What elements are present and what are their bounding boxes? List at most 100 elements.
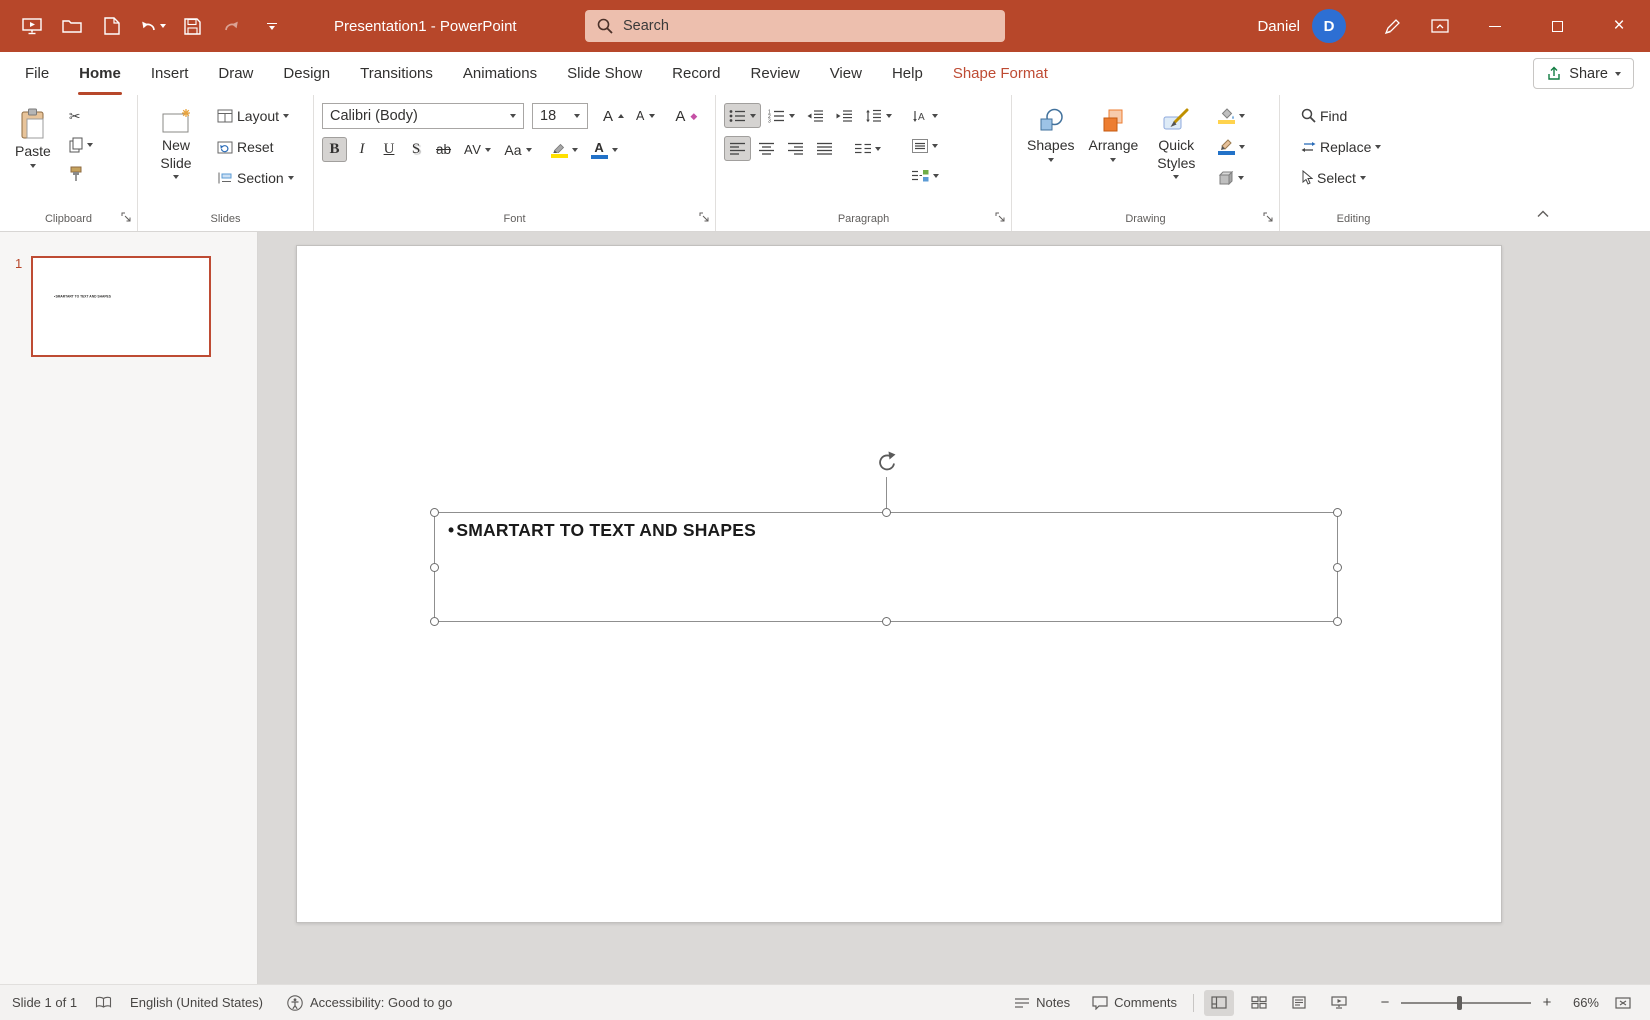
maximize-button[interactable] bbox=[1526, 0, 1588, 52]
align-center-button[interactable] bbox=[753, 136, 780, 161]
align-left-button[interactable] bbox=[724, 136, 751, 161]
format-painter-button[interactable] bbox=[64, 161, 98, 186]
align-text-button[interactable] bbox=[907, 133, 944, 158]
search-box[interactable] bbox=[585, 10, 1005, 42]
text-box-content[interactable]: • SMARTART TO TEXT AND SHAPES bbox=[448, 520, 1337, 541]
decrease-font-size-button[interactable]: A bbox=[631, 104, 660, 129]
line-spacing-button[interactable] bbox=[860, 103, 897, 128]
fit-slide-button[interactable] bbox=[1608, 990, 1638, 1016]
resize-handle-e[interactable] bbox=[1333, 563, 1342, 572]
share-button[interactable]: Share bbox=[1533, 58, 1634, 89]
resize-handle-w[interactable] bbox=[430, 563, 439, 572]
paste-button[interactable]: Paste bbox=[8, 103, 58, 170]
accessibility-checker[interactable]: Accessibility: Good to go bbox=[281, 991, 458, 1015]
resize-handle-nw[interactable] bbox=[430, 508, 439, 517]
quick-styles-button[interactable]: Quick Styles bbox=[1145, 103, 1207, 181]
collapse-ribbon-button[interactable] bbox=[1532, 205, 1554, 223]
tab-file[interactable]: File bbox=[10, 52, 64, 95]
selected-text-box[interactable]: • SMARTART TO TEXT AND SHAPES bbox=[434, 512, 1338, 622]
search-input[interactable] bbox=[623, 18, 993, 34]
start-slideshow-button[interactable] bbox=[12, 8, 52, 44]
zoom-slider[interactable] bbox=[1401, 1002, 1531, 1004]
save-button[interactable] bbox=[172, 8, 212, 44]
tab-record[interactable]: Record bbox=[657, 52, 735, 95]
bullets-button[interactable] bbox=[724, 103, 761, 128]
tab-home[interactable]: Home bbox=[64, 52, 136, 95]
resize-handle-n[interactable] bbox=[882, 508, 891, 517]
increase-font-size-button[interactable]: A bbox=[598, 104, 629, 129]
slide[interactable]: • SMARTART TO TEXT AND SHAPES bbox=[296, 245, 1502, 923]
redo-button[interactable] bbox=[212, 8, 252, 44]
justify-button[interactable] bbox=[811, 136, 838, 161]
avatar[interactable]: D bbox=[1312, 9, 1346, 43]
slide-editing-area[interactable]: • SMARTART TO TEXT AND SHAPES bbox=[258, 232, 1650, 984]
close-button[interactable]: × bbox=[1588, 0, 1650, 52]
tab-shape-format[interactable]: Shape Format bbox=[938, 52, 1063, 95]
slide-thumbnail[interactable]: •SMARTART TO TEXT AND SHAPES bbox=[31, 256, 211, 357]
select-button[interactable]: Select bbox=[1296, 165, 1386, 190]
decrease-indent-button[interactable] bbox=[802, 103, 829, 128]
comments-button[interactable]: Comments bbox=[1086, 991, 1183, 1014]
columns-button[interactable] bbox=[850, 136, 886, 161]
slide-thumbnail-panel[interactable]: 1 •SMARTART TO TEXT AND SHAPES bbox=[0, 232, 258, 984]
resize-handle-ne[interactable] bbox=[1333, 508, 1342, 517]
notes-button[interactable]: Notes bbox=[1008, 991, 1076, 1014]
shape-outline-button[interactable] bbox=[1213, 134, 1250, 159]
normal-view-button[interactable] bbox=[1204, 990, 1234, 1016]
numbering-button[interactable]: 123 bbox=[763, 103, 800, 128]
tab-transitions[interactable]: Transitions bbox=[345, 52, 448, 95]
change-case-button[interactable]: Aa bbox=[499, 137, 536, 162]
replace-button[interactable]: Replace bbox=[1296, 134, 1386, 159]
italic-button[interactable]: I bbox=[350, 137, 374, 162]
minimize-button[interactable] bbox=[1464, 0, 1526, 52]
shapes-button[interactable]: Shapes bbox=[1020, 103, 1081, 164]
reset-button[interactable]: Reset bbox=[212, 134, 299, 159]
font-color-button[interactable]: A bbox=[586, 137, 623, 162]
align-right-button[interactable] bbox=[782, 136, 809, 161]
strikethrough-button[interactable]: ab bbox=[431, 137, 456, 162]
tab-slide-show[interactable]: Slide Show bbox=[552, 52, 657, 95]
font-size-combo[interactable]: 18 bbox=[532, 103, 588, 129]
bold-button[interactable]: B bbox=[322, 137, 347, 162]
convert-to-smartart-button[interactable] bbox=[907, 163, 944, 188]
font-name-combo[interactable]: Calibri (Body) bbox=[322, 103, 524, 129]
arrange-button[interactable]: Arrange bbox=[1081, 103, 1145, 164]
user-name[interactable]: Daniel bbox=[1257, 18, 1300, 35]
slide-indicator[interactable]: Slide 1 of 1 bbox=[12, 995, 77, 1010]
customize-qat-button[interactable] bbox=[252, 8, 292, 44]
drawing-dialog-launcher[interactable] bbox=[1261, 210, 1275, 224]
tab-view[interactable]: View bbox=[815, 52, 877, 95]
resize-handle-sw[interactable] bbox=[430, 617, 439, 626]
section-button[interactable]: Section bbox=[212, 165, 299, 190]
new-slide-button[interactable]: New Slide bbox=[146, 103, 206, 181]
copy-button[interactable] bbox=[64, 132, 98, 157]
text-highlight-button[interactable] bbox=[546, 137, 583, 162]
tab-design[interactable]: Design bbox=[268, 52, 345, 95]
rotation-handle[interactable] bbox=[874, 451, 898, 475]
tab-help[interactable]: Help bbox=[877, 52, 938, 95]
resize-handle-se[interactable] bbox=[1333, 617, 1342, 626]
text-shadow-button[interactable]: S bbox=[404, 137, 428, 162]
sh effects-button[interactable] bbox=[1213, 165, 1250, 190]
clipboard-dialog-launcher[interactable] bbox=[119, 210, 133, 224]
open-button[interactable] bbox=[52, 8, 92, 44]
slide-show-button[interactable] bbox=[1324, 990, 1354, 1016]
slide-text[interactable]: SMARTART TO TEXT AND SHAPES bbox=[456, 520, 756, 541]
new-file-button[interactable] bbox=[92, 8, 132, 44]
resize-handle-s[interactable] bbox=[882, 617, 891, 626]
cut-button[interactable]: ✂ bbox=[64, 103, 98, 128]
language-indicator[interactable]: English (United States) bbox=[130, 995, 263, 1010]
character-spacing-button[interactable]: AV bbox=[459, 137, 496, 162]
ribbon-display-options-button[interactable] bbox=[1416, 0, 1464, 52]
zoom-out-button[interactable]: − bbox=[1378, 994, 1392, 1011]
zoom-level[interactable]: 66% bbox=[1563, 995, 1599, 1010]
tab-review[interactable]: Review bbox=[736, 52, 815, 95]
zoom-slider-thumb[interactable] bbox=[1457, 996, 1462, 1010]
paragraph-dialog-launcher[interactable] bbox=[993, 210, 1007, 224]
find-button[interactable]: Find bbox=[1296, 103, 1386, 128]
font-dialog-launcher[interactable] bbox=[697, 210, 711, 224]
increase-indent-button[interactable] bbox=[831, 103, 858, 128]
underline-button[interactable]: U bbox=[377, 137, 401, 162]
pen-button[interactable] bbox=[1368, 0, 1416, 52]
tab-animations[interactable]: Animations bbox=[448, 52, 552, 95]
